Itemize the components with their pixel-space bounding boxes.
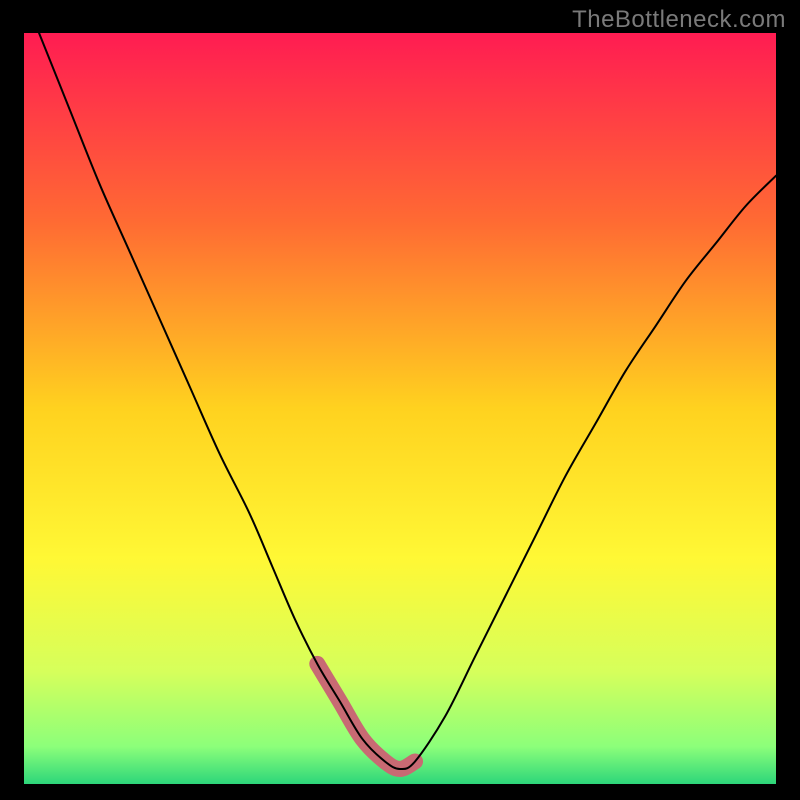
watermark-text: TheBottleneck.com (572, 6, 786, 34)
chart-stage: TheBottleneck.com (0, 0, 800, 800)
chart-background-gradient (24, 33, 776, 784)
bottleneck-chart (24, 33, 776, 784)
